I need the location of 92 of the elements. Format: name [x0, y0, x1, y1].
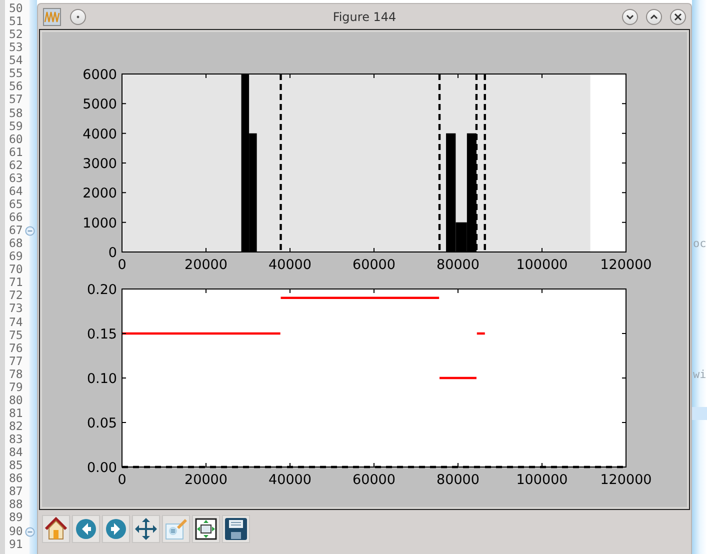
- line-number: 71: [9, 276, 23, 290]
- tick-label: 1000: [82, 215, 117, 232]
- tick-label: 40000: [268, 257, 312, 273]
- tick-label: 20000: [184, 257, 228, 273]
- tick-label: 20000: [184, 472, 228, 488]
- back-button[interactable]: [72, 515, 100, 543]
- line-number: 84: [9, 446, 23, 460]
- house-icon: [44, 517, 68, 541]
- tick-label: 0: [118, 257, 126, 273]
- line-number: 65: [9, 198, 23, 211]
- tick-label: 0.05: [86, 416, 117, 432]
- line-number: 63: [9, 172, 23, 185]
- line-number: 59: [9, 120, 23, 133]
- line-number: 86: [9, 472, 23, 486]
- chevron-up-icon: [650, 14, 658, 20]
- line-number: 79: [9, 380, 23, 394]
- line-number: 50: [9, 2, 23, 16]
- move-icon: [134, 517, 158, 541]
- maximize-button[interactable]: [646, 9, 662, 25]
- minimize-button[interactable]: [622, 9, 638, 25]
- line-number: 69: [9, 250, 23, 264]
- line-number: 72: [9, 289, 23, 302]
- code-fragment: oc: [693, 237, 706, 250]
- line-number: 78: [9, 368, 23, 381]
- wave-icon: [43, 8, 61, 26]
- line-number: 70: [9, 263, 23, 276]
- line-number: 90: [9, 524, 23, 538]
- tick-label: 0.10: [86, 371, 117, 387]
- tick-label: 0.00: [86, 460, 117, 476]
- tick-label: 0.20: [86, 282, 117, 298]
- line-number: 77: [9, 354, 23, 368]
- tick-label: 0.15: [86, 326, 117, 342]
- line-number: 85: [9, 459, 23, 472]
- tick-label: 3000: [82, 156, 117, 172]
- close-button[interactable]: [670, 9, 686, 25]
- line-number: 87: [9, 485, 23, 498]
- document-pencil-icon: [164, 517, 188, 541]
- zoom-button[interactable]: [192, 515, 220, 543]
- dot-icon: [76, 15, 80, 19]
- line-number: 60: [9, 132, 23, 146]
- tick-label: 100000: [516, 257, 568, 273]
- line-number: 57: [9, 93, 23, 106]
- line-number: 74: [9, 316, 23, 329]
- line-number: 75: [9, 328, 23, 342]
- line-number: 52: [9, 28, 23, 42]
- line-number: 82: [9, 420, 23, 434]
- tick-label: 80000: [436, 472, 480, 488]
- line-number: 53: [9, 41, 23, 54]
- tick-label: 120000: [600, 257, 652, 273]
- fold-icon[interactable]: [25, 226, 35, 236]
- tick-label: 60000: [352, 257, 396, 273]
- window-menu-button[interactable]: [70, 9, 86, 25]
- line-number: 89: [9, 511, 23, 524]
- line-number: 64: [9, 184, 23, 198]
- home-button[interactable]: [42, 515, 70, 543]
- close-icon: [674, 13, 682, 21]
- line-number: 62: [9, 158, 23, 172]
- tick-label: 120000: [600, 472, 652, 488]
- tick-label: 80000: [436, 257, 480, 273]
- line-number: 58: [9, 106, 23, 120]
- fold-icon[interactable]: [25, 526, 35, 536]
- line-number: 80: [9, 394, 23, 407]
- line-number: 61: [9, 146, 23, 159]
- tick-label: 5000: [82, 96, 117, 113]
- pan-button[interactable]: [132, 515, 160, 543]
- tick-label: 0: [108, 245, 117, 261]
- line-number: 51: [9, 15, 23, 28]
- forward-button[interactable]: [102, 515, 130, 543]
- line-number: 68: [9, 237, 23, 250]
- save-button[interactable]: [222, 515, 250, 543]
- frame-arrows-icon: [194, 517, 218, 541]
- line-number: 66: [9, 211, 23, 224]
- tick-label: 6000: [82, 67, 117, 83]
- tick-label: 60000: [352, 472, 396, 488]
- tick-label: 2000: [82, 186, 117, 202]
- line-number: 67: [9, 224, 23, 238]
- tick-label: 100000: [516, 472, 568, 488]
- tick-label: 0: [118, 472, 126, 488]
- chevron-down-icon: [626, 14, 634, 20]
- line-number: 56: [9, 80, 23, 94]
- line-number: 81: [9, 406, 23, 420]
- line-number: 73: [9, 302, 23, 316]
- line-number: 91: [9, 538, 23, 551]
- window-title: Figure 144: [332, 10, 396, 24]
- line-number: 83: [9, 433, 23, 446]
- line-number: 88: [9, 498, 23, 512]
- line-number: 76: [9, 342, 23, 355]
- line-number: 54: [9, 54, 23, 68]
- tick-label: 40000: [268, 472, 312, 488]
- line-number: 55: [9, 67, 23, 80]
- code-fragment: wi: [693, 368, 706, 381]
- tick-label: 4000: [82, 126, 117, 142]
